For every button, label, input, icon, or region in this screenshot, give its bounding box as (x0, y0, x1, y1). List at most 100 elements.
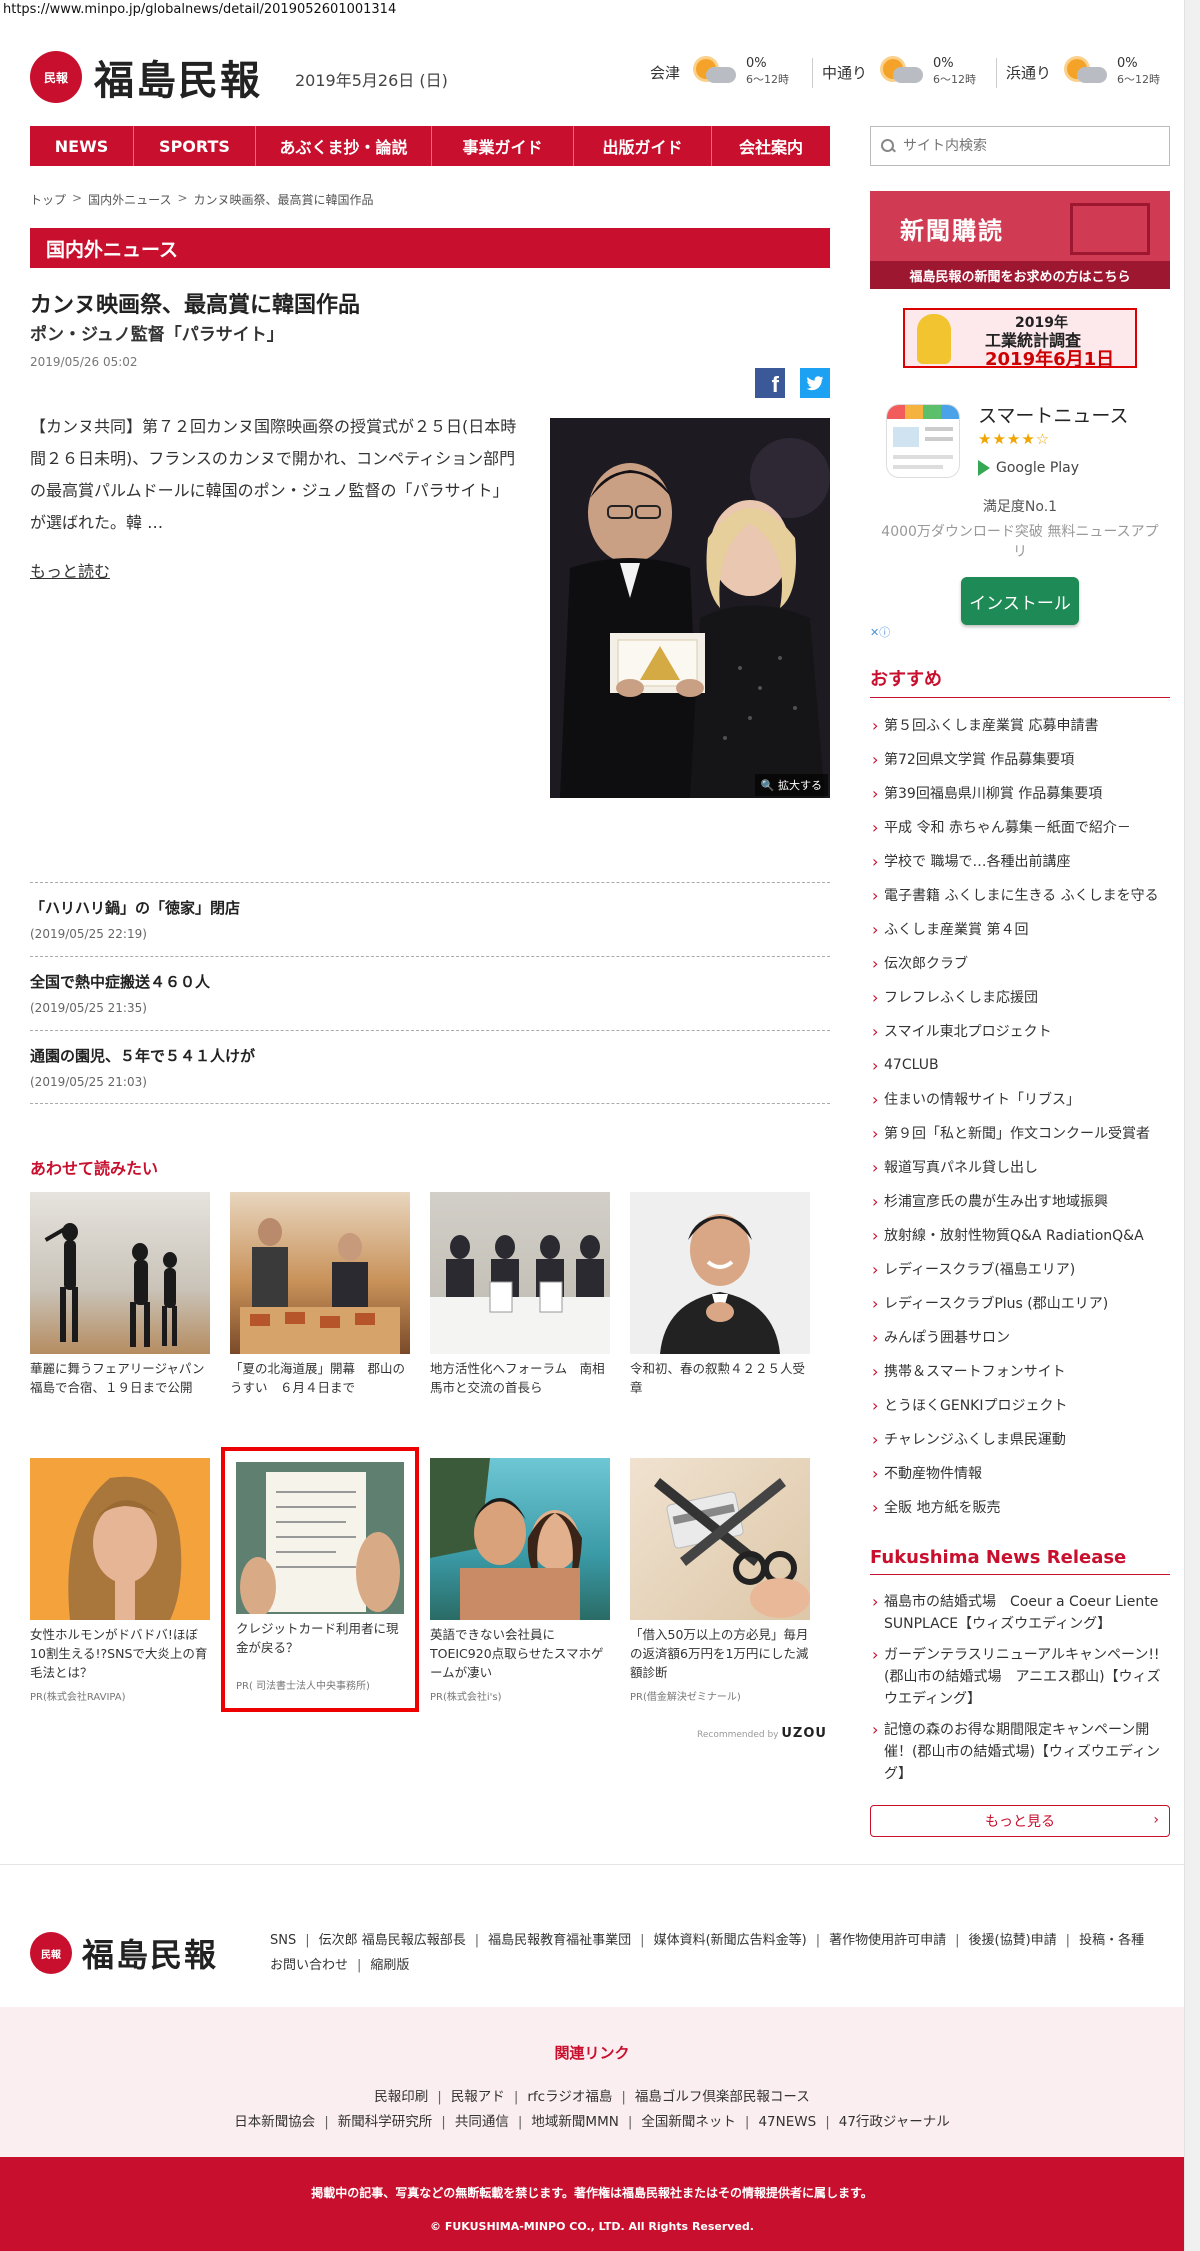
footer-link[interactable]: 後援(協賛)申請 (969, 1933, 1057, 1948)
ad-card[interactable]: クレジットカード利用者に現金が戻る？ PR( 司法書士法人中央事務所) (236, 1462, 404, 1692)
footer-link[interactable]: 民報印刷 (374, 2089, 428, 2105)
osusume-item[interactable]: 全販 地方紙を販売 (870, 1490, 1170, 1524)
ad-card[interactable]: 英語できない会社員にTOEIC920点取らせたスマホゲームが凄い PR(株式会社… (430, 1458, 610, 1703)
osusume-item[interactable]: 47CLUB (870, 1048, 1170, 1082)
recommended-by[interactable]: Recommended by UZOU (697, 1726, 827, 1741)
article-photo[interactable]: 🔍 拡大する (550, 418, 830, 798)
read-more-link[interactable]: もっと読む (30, 558, 110, 582)
osusume-item[interactable]: みんぽう囲碁サロン (870, 1320, 1170, 1354)
search-input[interactable] (903, 138, 1153, 154)
scrollbar[interactable] (1184, 0, 1200, 2251)
osusume-heading: おすすめ (870, 665, 1170, 698)
recommend-card[interactable]: 「夏の北海道展」開幕 郡山のうすい ６月４日まで (230, 1192, 410, 1397)
recommend-card[interactable]: 華麗に舞うフェアリージャパン 福島で合宿、１９日まで公開 (30, 1192, 218, 1397)
twitter-share-button[interactable] (800, 368, 830, 398)
facebook-share-button[interactable]: f (755, 368, 785, 398)
news-release-item[interactable]: 福島市の結婚式場 Coeur a Coeur Liente SUNPLACE【ウ… (870, 1591, 1170, 1635)
osusume-item[interactable]: 不動産物件情報 (870, 1456, 1170, 1490)
osusume-item[interactable]: 携帯＆スマートフォンサイト (870, 1354, 1170, 1388)
list-item[interactable]: 「ハリハリ鍋」の「徳家」閉店 (2019/05/25 22:19) (30, 882, 830, 956)
google-play-badge[interactable]: Google Play (978, 460, 1079, 476)
related-title[interactable]: 全国で熱中症搬送４６０人 (30, 971, 830, 992)
osusume-item[interactable]: フレフレふくしま応援団 (870, 980, 1170, 1014)
divider (996, 58, 997, 88)
site-logo[interactable]: 民報 福島民報 (30, 48, 262, 106)
survey-banner[interactable]: 2019年 工業統計調査 2019年6月1日 (903, 308, 1137, 370)
subscribe-banner[interactable]: 新聞購読 福島民報の新聞をお求めの方はこちら (870, 191, 1170, 289)
footer-link[interactable]: 日本新聞協会 (234, 2114, 315, 2130)
card-title: 華麗に舞うフェアリージャパン 福島で合宿、１９日まで公開 (30, 1361, 218, 1395)
recommend-card[interactable]: 令和初、春の叙勲４２２５人受章 (630, 1192, 810, 1397)
footer-link[interactable]: 民報アド (451, 2089, 505, 2105)
card-thumbnail (630, 1192, 810, 1354)
recommend-heading: あわせて読みたい (30, 1159, 159, 1178)
footer-link[interactable]: 媒体資料(新聞広告料金等) (654, 1933, 807, 1948)
article-title: カンヌ映画祭、最高賞に韓国作品 (30, 293, 361, 318)
uzou-logo: UZOU (781, 1726, 827, 1741)
osusume-item[interactable]: 第39回福島県川柳賞 作品募集要項 (870, 776, 1170, 810)
install-button[interactable]: インストール (961, 577, 1079, 625)
news-release-heading: Fukushima News Release (870, 1547, 1170, 1575)
footer-link[interactable]: rfcラジオ福島 (527, 2089, 612, 2105)
list-item[interactable]: 通園の園児、５年で５４１人けが (2019/05/25 21:03) (30, 1030, 830, 1104)
ad-card[interactable]: 女性ホルモンがドバドバ!ほぼ10割生える!?SNSで大炎上の育毛法とは？ PR(… (30, 1458, 210, 1703)
osusume-item[interactable]: ふくしま産業賞 第４回 (870, 912, 1170, 946)
card-sponsor: PR( 司法書士法人中央事務所) (236, 1681, 370, 1692)
nav-company[interactable]: 会社案内 (712, 126, 830, 166)
nav-sports[interactable]: SPORTS (134, 126, 256, 166)
breadcrumb-top[interactable]: トップ (30, 191, 66, 208)
osusume-item[interactable]: 第５回ふくしま産業賞 応募申請書 (870, 708, 1170, 742)
adchoices-icon[interactable]: ✕ⓘ (870, 624, 890, 640)
link-separator: | (305, 1933, 310, 1948)
osusume-item[interactable]: 住まいの情報サイト「リブス」 (870, 1082, 1170, 1116)
osusume-item[interactable]: レディースクラブPlus (郡山エリア) (870, 1286, 1170, 1320)
copyright-text: © FUKUSHIMA-MINPO CO., LTD. All Rights R… (430, 2220, 754, 2233)
list-item[interactable]: 全国で熱中症搬送４６０人 (2019/05/25 21:35) (30, 956, 830, 1030)
site-search[interactable] (870, 126, 1170, 166)
footer-link[interactable]: 著作物使用許可申請 (829, 1933, 946, 1948)
recommend-card[interactable]: 地方活性化へフォーラム 南相馬市と交流の首長ら (430, 1192, 610, 1397)
footer-link[interactable]: 福島ゴルフ倶楽部民報コース (635, 2089, 810, 2105)
osusume-item[interactable]: とうほくGENKIプロジェクト (870, 1388, 1170, 1422)
related-title[interactable]: 「ハリハリ鍋」の「徳家」閉店 (30, 897, 830, 918)
breadcrumb: トップ > 国内外ニュース > カンヌ映画祭、最高賞に韓国作品 (30, 191, 374, 208)
nav-news[interactable]: NEWS (30, 126, 134, 166)
card-title: クレジットカード利用者に現金が戻る？ (236, 1621, 399, 1655)
osusume-item[interactable]: スマイル東北プロジェクト (870, 1014, 1170, 1048)
smartnews-app-icon[interactable] (887, 405, 959, 477)
osusume-item[interactable]: 電子書籍 ふくしまに生きる ふくしまを守る (870, 878, 1170, 912)
more-button[interactable]: もっと見る › (870, 1805, 1170, 1837)
footer-link[interactable]: 伝次郎 福島民報広報部長 (319, 1933, 466, 1948)
osusume-item[interactable]: 平成 令和 赤ちゃん募集－紙面で紹介－ (870, 810, 1170, 844)
more-label: もっと見る (985, 1814, 1055, 1830)
nav-abukuma[interactable]: あぶくま抄・論説 (256, 126, 432, 166)
footer-link[interactable]: SNS (270, 1933, 296, 1948)
footer-link[interactable]: 共同通信 (455, 2114, 509, 2130)
osusume-item[interactable]: 学校で 職場で…各種出前講座 (870, 844, 1170, 878)
enlarge-button[interactable]: 🔍 拡大する (754, 774, 828, 796)
osusume-item[interactable]: 第９回「私と新聞」作文コンクール受賞者 (870, 1116, 1170, 1150)
footer-link[interactable]: 地域新聞MMN (531, 2114, 618, 2130)
related-title[interactable]: 通園の園児、５年で５４１人けが (30, 1045, 830, 1066)
footer-link[interactable]: 縮刷版 (370, 1958, 409, 1973)
footer-logo[interactable]: 民報 福島民報 (30, 1930, 218, 1976)
footer-link[interactable]: 47NEWS (758, 2114, 816, 2130)
osusume-item[interactable]: 伝次郎クラブ (870, 946, 1170, 980)
article-body: 【カンヌ共同】第７２回カンヌ国際映画祭の授賞式が２５日(日本時間２６日未明)、フ… (30, 417, 517, 532)
footer-link[interactable]: 全国新聞ネット (641, 2114, 736, 2130)
nav-publishing-guide[interactable]: 出版ガイド (574, 126, 712, 166)
footer-link[interactable]: 47行政ジャーナル (839, 2114, 950, 2130)
news-release-item[interactable]: 記憶の森のお得な期間限定キャンペーン開催！(郡山市の結婚式場)【ウィズウエディン… (870, 1719, 1170, 1785)
news-release-item[interactable]: ガーデンテラスリニューアルキャンペーン!!(郡山市の結婚式場 アニエス郡山)【ウ… (870, 1644, 1170, 1710)
osusume-item[interactable]: レディースクラブ(福島エリア) (870, 1252, 1170, 1286)
osusume-item[interactable]: 報道写真パネル貸し出し (870, 1150, 1170, 1184)
osusume-item[interactable]: 第72回県文学賞 作品募集要項 (870, 742, 1170, 776)
osusume-item[interactable]: 杉浦宣彦氏の農が生み出す地域振興 (870, 1184, 1170, 1218)
osusume-item[interactable]: チャレンジふくしま県民運動 (870, 1422, 1170, 1456)
osusume-item[interactable]: 放射線・放射性物質Q&A RadiationQ&A (870, 1218, 1170, 1252)
footer-link[interactable]: 新聞科学研究所 (338, 2114, 433, 2130)
breadcrumb-world-news[interactable]: 国内外ニュース (88, 191, 171, 208)
ad-card[interactable]: 「借入50万以上の方必見」毎月の返済額6万円を1万円にした減額診断 PR(借金解… (630, 1458, 810, 1703)
footer-link[interactable]: 福島民報教育福祉事業団 (488, 1933, 631, 1948)
nav-business-guide[interactable]: 事業ガイド (432, 126, 574, 166)
